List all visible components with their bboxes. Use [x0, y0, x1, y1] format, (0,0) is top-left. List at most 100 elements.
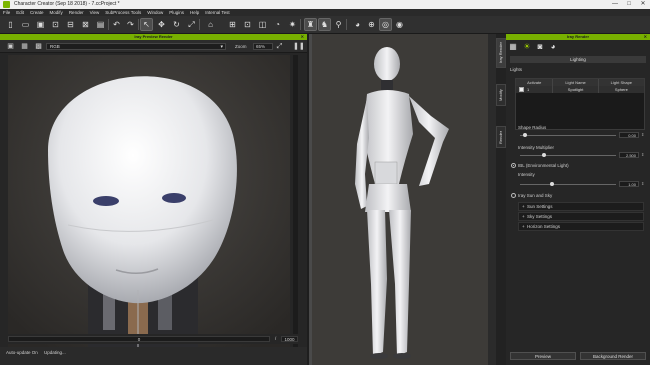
- shape-radius-field[interactable]: 0.00: [619, 132, 639, 138]
- sun-settings-row[interactable]: + Sun Settings: [518, 202, 644, 211]
- render-frame-icon[interactable]: ▦: [20, 42, 29, 51]
- save-icon[interactable]: ▣: [35, 19, 46, 30]
- menu-render[interactable]: Render: [69, 10, 84, 15]
- new-file-icon[interactable]: ▯: [5, 19, 16, 30]
- export-obj-icon[interactable]: ▤: [95, 19, 106, 30]
- app-logo-icon: [3, 1, 10, 8]
- spin-arrows-icon[interactable]: ⇕: [641, 181, 644, 186]
- preview-toolbar: ▣ ▦ ▩ RGB ▾ Zoom 65% ⤢ ❚❚: [0, 40, 307, 53]
- intensity-slider[interactable]: [520, 184, 616, 185]
- maximize-button[interactable]: □: [622, 0, 636, 9]
- open-folder-icon[interactable]: ▭: [20, 19, 31, 30]
- iray-sun-radio[interactable]: [511, 193, 516, 198]
- tab-iray-render[interactable]: Iray Render: [496, 38, 506, 68]
- menu-internal-test[interactable]: Internal Test: [205, 10, 229, 15]
- main-3d-viewport[interactable]: [309, 34, 488, 365]
- render-settings-icon[interactable]: ◕: [548, 42, 558, 52]
- move-icon[interactable]: ✥: [156, 19, 167, 30]
- shape-radius-slider[interactable]: [520, 135, 616, 136]
- menu-file[interactable]: File: [3, 10, 10, 15]
- home-camera-icon[interactable]: ⌂: [205, 19, 216, 30]
- select-icon[interactable]: ↖: [140, 18, 153, 31]
- export-fbx-icon[interactable]: ⊠: [80, 19, 91, 30]
- preview-vertical-scrollbar[interactable]: [293, 55, 298, 350]
- intensity-field[interactable]: 1.00: [619, 181, 639, 187]
- zoom-fit-icon[interactable]: ⤢: [275, 42, 284, 51]
- zoom-select[interactable]: 65%: [253, 43, 273, 50]
- lighting-section-header[interactable]: Lighting: [510, 56, 646, 63]
- menu-view[interactable]: View: [90, 10, 100, 15]
- shading-icon[interactable]: ◕: [352, 19, 363, 30]
- sun-icon[interactable]: ✷: [287, 19, 298, 30]
- col-light-name[interactable]: Light Name: [553, 79, 599, 86]
- menu-plugins[interactable]: Plugins: [169, 10, 184, 15]
- window-titlebar: Character Creator (Sep 18 2018) - 7.ccPr…: [0, 0, 650, 9]
- ibl-radio[interactable]: [511, 163, 516, 168]
- spin-arrows-icon[interactable]: ⇕: [641, 152, 644, 157]
- morph-tool-icon[interactable]: ♞: [318, 18, 331, 31]
- menu-bar: File Edit Create Modify Render View SubP…: [0, 9, 650, 16]
- camera-side-icon[interactable]: ◫: [257, 19, 268, 30]
- expand-plus-icon: +: [522, 204, 525, 209]
- intensity-multiplier-label: Intensity Multiplier: [518, 145, 555, 150]
- col-activate[interactable]: Activate: [516, 79, 554, 86]
- sky-settings-row[interactable]: + Sky Settings: [518, 212, 644, 221]
- grid-icon[interactable]: ▩: [34, 42, 43, 51]
- tab-render[interactable]: Render: [496, 126, 506, 148]
- table-row[interactable]: 1 Spotlight Sphere: [516, 86, 644, 93]
- background-render-button[interactable]: Background Render: [580, 352, 646, 360]
- close-button[interactable]: ✕: [636, 0, 650, 9]
- preview-button[interactable]: Preview: [510, 352, 576, 360]
- camera-front-icon[interactable]: ⊡: [242, 19, 253, 30]
- shape-radius-slider-handle[interactable]: [522, 133, 527, 137]
- intensity-multiplier-slider-handle[interactable]: [542, 153, 546, 157]
- menu-create[interactable]: Create: [30, 10, 44, 15]
- undo-icon[interactable]: ↶: [111, 19, 122, 30]
- horizon-settings-row[interactable]: + Horizon Settings: [518, 222, 644, 231]
- snap-icon[interactable]: ◉: [394, 19, 405, 30]
- zoom-view-icon[interactable]: ⊕: [366, 19, 377, 30]
- minimize-button[interactable]: —: [608, 0, 622, 9]
- expand-plus-icon: +: [522, 224, 525, 229]
- intensity-slider-handle[interactable]: [549, 182, 554, 186]
- preview-render-viewport[interactable]: [8, 55, 290, 350]
- frame-slider[interactable]: 0: [8, 336, 270, 342]
- menu-window[interactable]: Window: [147, 10, 163, 15]
- tab-modify[interactable]: Modify: [496, 84, 506, 106]
- render-mode-icons: ▦ ☀ ◙ ◕: [506, 40, 650, 54]
- activate-value: 1: [527, 87, 530, 92]
- menu-modify[interactable]: Modify: [50, 10, 63, 15]
- light-icon[interactable]: ◔: [272, 19, 283, 30]
- preview-panel-title: Iray Preview Render: [134, 34, 173, 39]
- frame-max-value: 1000: [284, 337, 295, 342]
- character-tool-icon[interactable]: ♜: [304, 18, 317, 31]
- camera-settings-icon[interactable]: ◙: [535, 42, 545, 52]
- menu-subprocess-tools[interactable]: SubProcess Tools: [105, 10, 141, 15]
- grid-settings-icon[interactable]: ▦: [508, 42, 518, 52]
- scale-icon[interactable]: ⤢: [186, 19, 197, 30]
- col-light-shape[interactable]: Light Shape: [599, 79, 644, 86]
- spin-arrows-icon[interactable]: ⇕: [641, 132, 644, 137]
- light-shape-cell[interactable]: Sphere: [599, 86, 644, 93]
- pause-icon[interactable]: ❚❚: [293, 42, 305, 51]
- auto-update-status: Auto-update On: [6, 350, 38, 355]
- frame-max-field[interactable]: 1000: [281, 336, 298, 342]
- light-name-cell: Spotlight: [553, 86, 599, 93]
- redo-icon[interactable]: ↷: [125, 19, 136, 30]
- export-icon[interactable]: ⊟: [65, 19, 76, 30]
- menu-help[interactable]: Help: [190, 10, 199, 15]
- pick-icon[interactable]: ◎: [379, 18, 392, 31]
- activate-checkbox[interactable]: [519, 87, 524, 93]
- channel-select[interactable]: RGB ▾: [46, 43, 226, 50]
- camera-fit-icon[interactable]: ⊞: [227, 19, 238, 30]
- zoom-label: Zoom: [235, 44, 247, 49]
- import-icon[interactable]: ⊡: [50, 19, 61, 30]
- save-render-icon[interactable]: ▣: [6, 42, 15, 51]
- pose-tool-icon[interactable]: ⚲: [333, 19, 344, 30]
- lighting-icon[interactable]: ☀: [522, 42, 532, 52]
- intensity-multiplier-slider[interactable]: [520, 155, 616, 156]
- menu-edit[interactable]: Edit: [16, 10, 24, 15]
- rotate-icon[interactable]: ↻: [171, 19, 182, 30]
- intensity-multiplier-field[interactable]: 2.500: [619, 152, 639, 158]
- panel-splitter[interactable]: [488, 34, 496, 365]
